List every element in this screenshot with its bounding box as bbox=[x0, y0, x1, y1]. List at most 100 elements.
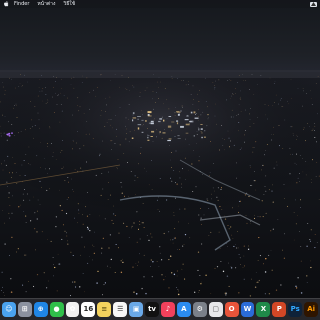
city-light bbox=[91, 244, 93, 246]
music-icon[interactable]: ♪ bbox=[161, 302, 175, 317]
launchpad-icon[interactable]: ⊞ bbox=[17, 302, 32, 317]
city-light bbox=[306, 245, 308, 247]
city-light bbox=[271, 190, 273, 192]
downtown-light bbox=[137, 118, 139, 120]
city-light bbox=[249, 89, 250, 90]
city-light bbox=[110, 140, 112, 142]
city-light bbox=[188, 123, 190, 124]
city-light bbox=[174, 112, 176, 114]
city-light bbox=[237, 113, 239, 115]
calendar-icon[interactable]: 16 bbox=[81, 302, 96, 317]
city-light bbox=[196, 134, 198, 135]
city-light bbox=[240, 200, 241, 202]
generic-app-icon[interactable]: ▢ bbox=[208, 302, 223, 317]
city-light bbox=[215, 103, 216, 105]
menu-help[interactable]: วิธีใช้ bbox=[63, 0, 75, 8]
city-light bbox=[61, 88, 62, 89]
city-light bbox=[116, 135, 117, 137]
reminders-icon[interactable]: ☰ bbox=[113, 302, 128, 317]
city-light bbox=[126, 128, 128, 130]
city-light bbox=[86, 226, 89, 229]
city-light bbox=[89, 214, 91, 215]
downtown-light bbox=[151, 130, 155, 133]
photoshop-glyph: Ps bbox=[290, 305, 300, 313]
notes-icon[interactable]: ≡ bbox=[97, 302, 112, 317]
system-preferences-icon[interactable]: ⚙ bbox=[192, 302, 207, 317]
city-light bbox=[20, 131, 22, 132]
city-light bbox=[255, 141, 257, 143]
illustrator-icon[interactable]: Ai bbox=[304, 302, 319, 317]
city-light bbox=[4, 93, 6, 95]
city-light bbox=[41, 187, 42, 188]
city-light bbox=[4, 243, 6, 245]
city-light bbox=[207, 106, 208, 108]
city-light bbox=[197, 269, 199, 271]
city-light bbox=[11, 212, 13, 214]
city-light bbox=[143, 227, 145, 229]
city-light bbox=[276, 164, 278, 166]
menu-finder[interactable]: Finder bbox=[14, 0, 29, 8]
city-light bbox=[210, 141, 211, 142]
finder-icon[interactable]: ☺ bbox=[1, 302, 16, 317]
city-light bbox=[39, 180, 41, 182]
notes-glyph: ≡ bbox=[101, 305, 108, 313]
downtown-light bbox=[147, 136, 149, 139]
city-light bbox=[25, 254, 27, 256]
city-light bbox=[243, 80, 244, 81]
city-light bbox=[104, 126, 106, 128]
office-icon[interactable]: O bbox=[224, 302, 239, 317]
downtown-light bbox=[193, 135, 195, 137]
city-light bbox=[104, 111, 106, 112]
city-light bbox=[220, 261, 222, 263]
city-light bbox=[202, 111, 204, 113]
city-light bbox=[251, 185, 253, 186]
preview-icon[interactable]: ▣ bbox=[129, 302, 144, 317]
city-light bbox=[295, 223, 297, 225]
city-light bbox=[318, 198, 320, 200]
menu-window[interactable]: หน้าต่าง bbox=[37, 0, 55, 8]
city-light bbox=[20, 74, 21, 75]
downtown-light bbox=[137, 127, 140, 130]
city-light bbox=[297, 177, 299, 179]
downtown-light bbox=[150, 120, 154, 122]
city-light bbox=[126, 225, 128, 227]
city-light bbox=[173, 170, 175, 171]
city-light bbox=[175, 150, 177, 152]
city-light bbox=[252, 147, 254, 148]
powerpoint-icon[interactable]: P bbox=[272, 302, 287, 317]
city-light bbox=[272, 105, 274, 106]
city-light bbox=[232, 93, 233, 94]
photoshop-icon[interactable]: Ps bbox=[288, 302, 303, 317]
city-light bbox=[132, 85, 133, 87]
city-light bbox=[77, 131, 79, 132]
city-light bbox=[34, 212, 36, 214]
city-light bbox=[89, 108, 90, 110]
city-light bbox=[82, 214, 84, 216]
city-light bbox=[253, 180, 255, 182]
city-light bbox=[128, 77, 129, 78]
city-light bbox=[296, 164, 297, 165]
city-light bbox=[14, 163, 16, 165]
city-light bbox=[76, 142, 77, 144]
downtown-light bbox=[200, 124, 203, 125]
messages-icon[interactable]: ● bbox=[49, 302, 64, 317]
city-light bbox=[114, 272, 116, 274]
photos-icon[interactable]: ✿ bbox=[65, 302, 80, 317]
apple-tv-icon[interactable]: tv bbox=[145, 302, 159, 317]
city-light bbox=[36, 210, 38, 212]
city-light bbox=[242, 267, 244, 268]
city-light bbox=[187, 169, 189, 171]
city-light bbox=[141, 222, 143, 224]
city-light bbox=[213, 163, 214, 164]
city-light bbox=[79, 148, 81, 150]
city-light bbox=[132, 114, 134, 116]
excel-icon[interactable]: X bbox=[256, 302, 271, 317]
apple-menu-icon[interactable] bbox=[3, 1, 9, 7]
word-icon[interactable]: W bbox=[240, 302, 255, 317]
safari-icon[interactable]: ⊕ bbox=[33, 302, 48, 317]
city-light bbox=[36, 155, 38, 157]
desktop-wallpaper bbox=[0, 0, 320, 320]
app-store-icon[interactable]: A bbox=[176, 302, 191, 317]
city-light bbox=[151, 189, 153, 190]
control-center-icon[interactable] bbox=[310, 1, 317, 7]
